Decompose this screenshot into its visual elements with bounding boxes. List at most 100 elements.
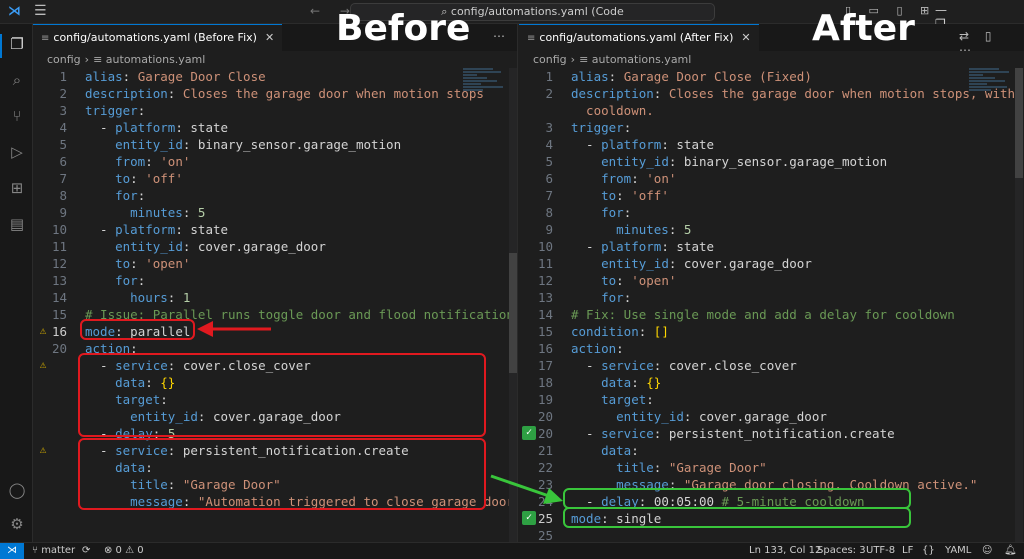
code-line[interactable]: 19 target: [519,391,1024,408]
search-icon[interactable]: ⌕ [7,70,27,90]
source-control-icon[interactable]: ⑂ [7,106,27,126]
minimap[interactable] [463,68,507,148]
cursor-position[interactable]: Ln 133, Col 12 [749,545,821,556]
code-line[interactable]: 25 [519,527,1024,542]
warning-icon[interactable]: ⚠ [36,443,50,457]
explorer-icon[interactable]: ❐ [7,34,27,54]
close-icon[interactable]: ✕ [741,31,750,44]
code-line[interactable]: 6 from: 'on' [519,170,1024,187]
breadcrumb-file[interactable]: automations.yaml [592,53,692,66]
code-line[interactable]: 10 - platform: state [33,221,517,238]
code-line[interactable]: 1 alias: Garage Door Close [33,68,517,85]
code-line[interactable]: 14 # Fix: Use single mode and add a delay… [519,306,1024,323]
code-token: Closes the garage door when motion stops [182,86,484,101]
code-line[interactable]: 1 alias: Garage Door Close (Fixed) [519,68,1024,85]
scrollbar-thumb[interactable] [509,253,517,373]
code-line[interactable]: 9 minutes: 5 [519,221,1024,238]
braces-icon[interactable]: {} [922,545,935,556]
code-token: : [175,120,191,135]
code-line[interactable]: 8 for: [519,204,1024,221]
code-editor[interactable]: 1 alias: Garage Door Close (Fixed) 2 descri… [519,68,1024,542]
settings-gear-icon[interactable]: ⚙ [7,514,27,534]
code-line[interactable]: 8 for: [33,187,517,204]
copilot-icon[interactable]: ☺ [982,545,992,556]
branch-indicator[interactable]: ⑂ matter [32,545,75,556]
warning-icon[interactable]: ⚠ [36,358,50,372]
sync-icon[interactable]: ⟳ [82,545,90,556]
arrow-shaft [490,474,550,498]
code-line[interactable]: 11 entity_id: cover.garage_door [519,255,1024,272]
code-token: : [616,341,624,356]
code-line[interactable]: 7 to: 'off' [519,187,1024,204]
code-token: platform [601,137,662,152]
tab-bar: ≡ config/automations.yaml (After Fix) ✕ ⇄ … [519,24,1024,57]
code-line[interactable]: 16 action: [519,340,1024,357]
remote-icon[interactable]: ⋊ [0,543,24,559]
code-line[interactable]: 9 minutes: 5 [33,204,517,221]
code-token: target [601,392,647,407]
extensions-icon[interactable]: ⊞ [7,178,27,198]
branch-name: matter [41,545,76,556]
line-number: 2 [59,86,67,101]
hamburger-menu-icon[interactable]: ☰ [34,3,47,19]
code-token: 1 [182,290,191,305]
line-number: 21 [537,443,553,458]
code-line[interactable]: 2 description: Closes the garage door whe… [519,85,1024,102]
code-line[interactable]: 3 trigger: [33,102,517,119]
line-number: 9 [59,205,67,220]
code-line[interactable]: 13 for: [519,289,1024,306]
run-debug-icon[interactable]: ▷ [7,142,27,162]
code-line[interactable]: 20 entity_id: cover.garage_door [519,408,1024,425]
code-text: data: [571,442,639,459]
minimap-line [969,89,991,91]
code-line[interactable]: 21 data: [519,442,1024,459]
breadcrumb-file[interactable]: automations.yaml [106,53,206,66]
problems-indicator[interactable]: ⊗ 0 ⚠ 0 [104,545,144,556]
code-line[interactable]: 18 data: {} [519,374,1024,391]
code-line[interactable]: 15 condition: [] [519,323,1024,340]
line-ending[interactable]: LF [902,545,913,556]
code-line[interactable]: 12 to: 'open' [519,272,1024,289]
code-token: for [601,290,624,305]
code-token: : [145,154,161,169]
code-text: entity_id: cover.garage_door [571,408,827,425]
code-token: cover.garage_door [683,256,812,271]
code-line[interactable]: 17 - service: cover.close_cover [519,357,1024,374]
minimap[interactable] [969,68,1013,148]
editor-actions[interactable]: ⇄ ▯ ⋯ [959,29,1024,57]
code-text: trigger: [571,119,631,136]
code-line[interactable]: ✓ 20 - service: persistent_notification.c… [519,425,1024,442]
scrollbar-thumb[interactable] [1015,68,1023,178]
indentation[interactable]: Spaces: 3 [817,545,866,556]
code-line[interactable]: 2 description: Closes the garage door whe… [33,85,517,102]
notifications-icon[interactable]: 🔔︎ [1004,545,1017,556]
code-line[interactable]: 13 for: [33,272,517,289]
close-icon[interactable]: ✕ [265,31,274,44]
encoding[interactable]: UTF-8 [866,545,895,556]
code-line[interactable]: 5 entity_id: binary_sensor.garage_motion [519,153,1024,170]
language-mode[interactable]: YAML [945,545,971,556]
code-line[interactable]: 4 - platform: state [33,119,517,136]
code-line[interactable]: 7 to: 'off' [33,170,517,187]
breadcrumb-folder[interactable]: config [47,53,81,66]
code-line[interactable]: 11 entity_id: cover.garage_door [33,238,517,255]
more-actions-icon[interactable]: ⋯ [493,29,511,43]
code-line[interactable]: 3 trigger: [519,119,1024,136]
docker-icon[interactable]: ▤ [7,214,27,234]
code-line[interactable]: cooldown. [519,102,1024,119]
code-token: : [130,171,146,186]
breadcrumb-folder[interactable]: config [533,53,567,66]
code-line[interactable]: 4 - platform: state [519,136,1024,153]
code-line[interactable]: 12 to: 'open' [33,255,517,272]
code-line[interactable]: 22 title: "Garage Door" [519,459,1024,476]
code-line[interactable]: 6 from: 'on' [33,153,517,170]
tab-before-fix[interactable]: ≡ config/automations.yaml (Before Fix) ✕ [33,24,283,51]
tab-after-fix[interactable]: ≡ config/automations.yaml (After Fix) ✕ [519,24,759,51]
code-line[interactable]: 5 entity_id: binary_sensor.garage_motion [33,136,517,153]
vertical-scrollbar[interactable] [1015,68,1023,542]
code-line[interactable]: 10 - platform: state [519,238,1024,255]
code-token: entity_id [616,409,684,424]
code-line[interactable]: 14 hours: 1 [33,289,517,306]
vertical-scrollbar[interactable] [509,68,517,542]
account-icon[interactable]: ◯ [7,480,27,500]
